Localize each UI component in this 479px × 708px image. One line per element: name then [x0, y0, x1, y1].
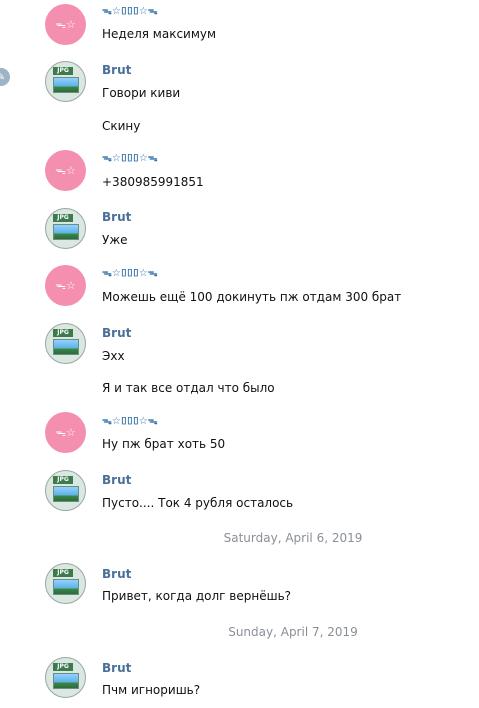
- message-text: Я и так все отдал что было: [102, 381, 275, 395]
- message-text: Привет, когда долг вернёшь?: [102, 589, 292, 603]
- avatar[interactable]: JPG: [45, 208, 86, 249]
- avatar-glyph: ᯓ☆: [55, 279, 76, 292]
- jpg-icon: JPG: [53, 67, 73, 75]
- image-thumbnail-icon: [53, 77, 79, 93]
- avatar[interactable]: ᯓ☆: [45, 412, 86, 453]
- sender-name[interactable]: ᯓ☆⌷⌷⌷☆ᯓ: [102, 5, 158, 19]
- message-text: Эхх: [102, 349, 125, 363]
- message-text: Ну пж брат хоть 50: [102, 437, 226, 451]
- avatar-glyph: ᯓ☆: [55, 18, 76, 31]
- jpg-icon: JPG: [53, 329, 73, 337]
- avatar-glyph: ᯓ☆: [55, 426, 76, 439]
- image-thumbnail-icon: [53, 486, 79, 502]
- message-text: Уже: [102, 233, 128, 247]
- sender-name[interactable]: ᯓ☆⌷⌷⌷☆ᯓ: [102, 152, 158, 166]
- avatar[interactable]: ᯓ☆: [45, 150, 86, 191]
- message-text: Можешь ещё 100 докинуть пж отдам 300 бра…: [102, 290, 402, 304]
- sender-name[interactable]: ᯓ☆⌷⌷⌷☆ᯓ: [102, 415, 158, 429]
- message-text: Неделя максимум: [102, 27, 217, 41]
- sender-name[interactable]: Brut: [102, 473, 131, 487]
- message-text: Пусто.... Ток 4 рубля осталось: [102, 496, 294, 510]
- sender-name[interactable]: Brut: [102, 661, 131, 675]
- avatar[interactable]: JPG: [45, 61, 86, 102]
- avatar-glyph: ᯓ☆: [55, 164, 76, 177]
- jpg-icon: JPG: [53, 663, 73, 671]
- avatar[interactable]: JPG: [45, 323, 86, 364]
- avatar[interactable]: JPG: [45, 657, 86, 698]
- sender-name[interactable]: Brut: [102, 326, 131, 340]
- message-text: Пчм игноришь?: [102, 683, 201, 697]
- sender-name[interactable]: Brut: [102, 210, 131, 224]
- sender-name[interactable]: Brut: [102, 567, 131, 581]
- jpg-icon: JPG: [53, 476, 73, 484]
- edit-icon[interactable]: ✎: [0, 68, 10, 86]
- jpg-icon: JPG: [53, 569, 73, 577]
- avatar[interactable]: ᯓ☆: [45, 4, 86, 45]
- avatar[interactable]: JPG: [45, 470, 86, 511]
- jpg-icon: JPG: [53, 214, 73, 222]
- image-thumbnail-icon: [53, 224, 79, 240]
- sender-name[interactable]: Brut: [102, 63, 131, 77]
- message-text: Скину: [102, 119, 141, 133]
- message-text: Говори киви: [102, 86, 181, 100]
- sender-name[interactable]: ᯓ☆⌷⌷⌷☆ᯓ: [102, 267, 158, 281]
- date-separator: Sunday, April 7, 2019: [228, 625, 358, 639]
- image-thumbnail-icon: [53, 579, 79, 595]
- avatar[interactable]: JPG: [45, 563, 86, 604]
- image-thumbnail-icon: [53, 673, 79, 689]
- image-thumbnail-icon: [53, 339, 79, 355]
- date-separator: Saturday, April 6, 2019: [223, 531, 363, 545]
- message-text: +380985991851: [102, 175, 204, 189]
- avatar[interactable]: ᯓ☆: [45, 265, 86, 306]
